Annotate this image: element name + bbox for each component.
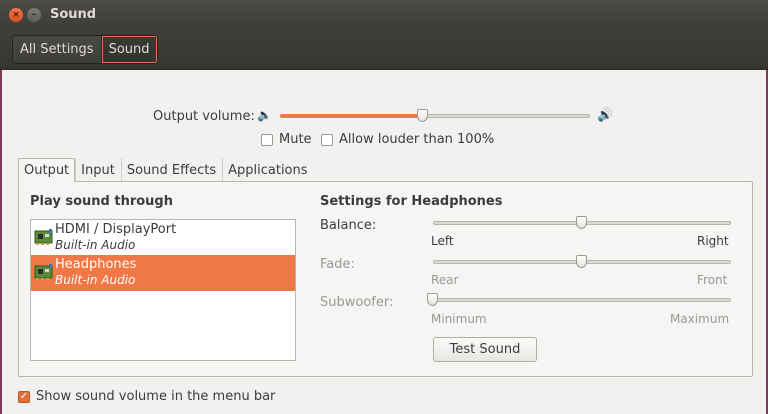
menu-bar-checkbox[interactable]: ✓ [18, 390, 30, 403]
tab-sound-effects[interactable]: Sound Effects [120, 158, 222, 182]
fade-right-label: Front [697, 273, 728, 287]
close-icon: × [12, 9, 20, 20]
subwoofer-right-label: Maximum [670, 312, 730, 326]
balance-handle[interactable] [576, 216, 587, 229]
fade-left-label: Rear [431, 273, 459, 287]
breadcrumb-sound[interactable]: Sound [100, 36, 157, 63]
allow-louder-option[interactable]: Allow louder than 100% [321, 132, 494, 147]
device-list: HDMI / DisplayPort Built-in Audio Headph… [30, 219, 296, 361]
mute-option[interactable]: Mute [261, 132, 312, 147]
allow-louder-checkbox[interactable] [321, 133, 333, 146]
tab-bar: Output Input Sound Effects Applications [18, 158, 314, 182]
device-name: Headphones [55, 257, 137, 272]
balance-right-label: Right [697, 234, 729, 248]
window-border-left [0, 70, 2, 414]
output-volume-fill [280, 114, 423, 118]
subwoofer-label: Subwoofer: [320, 295, 394, 310]
tab-output[interactable]: Output [18, 158, 76, 182]
close-window-button[interactable]: × [9, 8, 23, 22]
device-subtitle: Built-in Audio [55, 273, 136, 287]
balance-label: Balance: [320, 218, 377, 233]
sound-card-icon [34, 264, 53, 280]
tab-input[interactable]: Input [75, 158, 121, 182]
devices-heading: Play sound through [30, 194, 173, 209]
menu-bar-option[interactable]: ✓ Show sound volume in the menu bar [18, 389, 275, 404]
fade-label: Fade: [320, 257, 355, 272]
breadcrumb-all-settings[interactable]: All Settings [13, 36, 101, 63]
minimize-icon: – [31, 9, 37, 20]
speaker-low-icon: 🔈 [257, 108, 272, 122]
window-title: Sound [50, 7, 97, 22]
output-volume-slider[interactable] [280, 114, 590, 118]
title-bar: × – Sound [0, 0, 768, 30]
breadcrumb: All Settings Sound [12, 35, 158, 64]
subwoofer-handle[interactable] [427, 293, 438, 306]
mute-label: Mute [279, 132, 312, 147]
output-volume-handle[interactable] [416, 109, 428, 122]
subwoofer-left-label: Minimum [431, 312, 487, 326]
minimize-window-button[interactable]: – [27, 8, 41, 22]
device-headphones[interactable]: Headphones Built-in Audio [31, 255, 295, 291]
sound-card-icon [34, 229, 53, 245]
test-sound-button[interactable]: Test Sound [433, 337, 537, 362]
output-volume-label: Output volume: [153, 109, 255, 124]
balance-left-label: Left [431, 234, 454, 248]
subwoofer-slider[interactable] [433, 298, 731, 302]
settings-heading: Settings for Headphones [320, 194, 503, 209]
device-subtitle: Built-in Audio [55, 238, 136, 252]
device-hdmi[interactable]: HDMI / DisplayPort Built-in Audio [31, 220, 295, 256]
toolbar: All Settings Sound [0, 30, 768, 70]
tab-applications[interactable]: Applications [222, 158, 313, 182]
allow-louder-label: Allow louder than 100% [339, 132, 495, 147]
fade-handle[interactable] [576, 255, 587, 268]
mute-checkbox[interactable] [261, 133, 273, 146]
speaker-high-icon: 🔊 [597, 108, 614, 123]
device-name: HDMI / DisplayPort [55, 222, 177, 237]
menu-bar-label: Show sound volume in the menu bar [36, 389, 276, 404]
